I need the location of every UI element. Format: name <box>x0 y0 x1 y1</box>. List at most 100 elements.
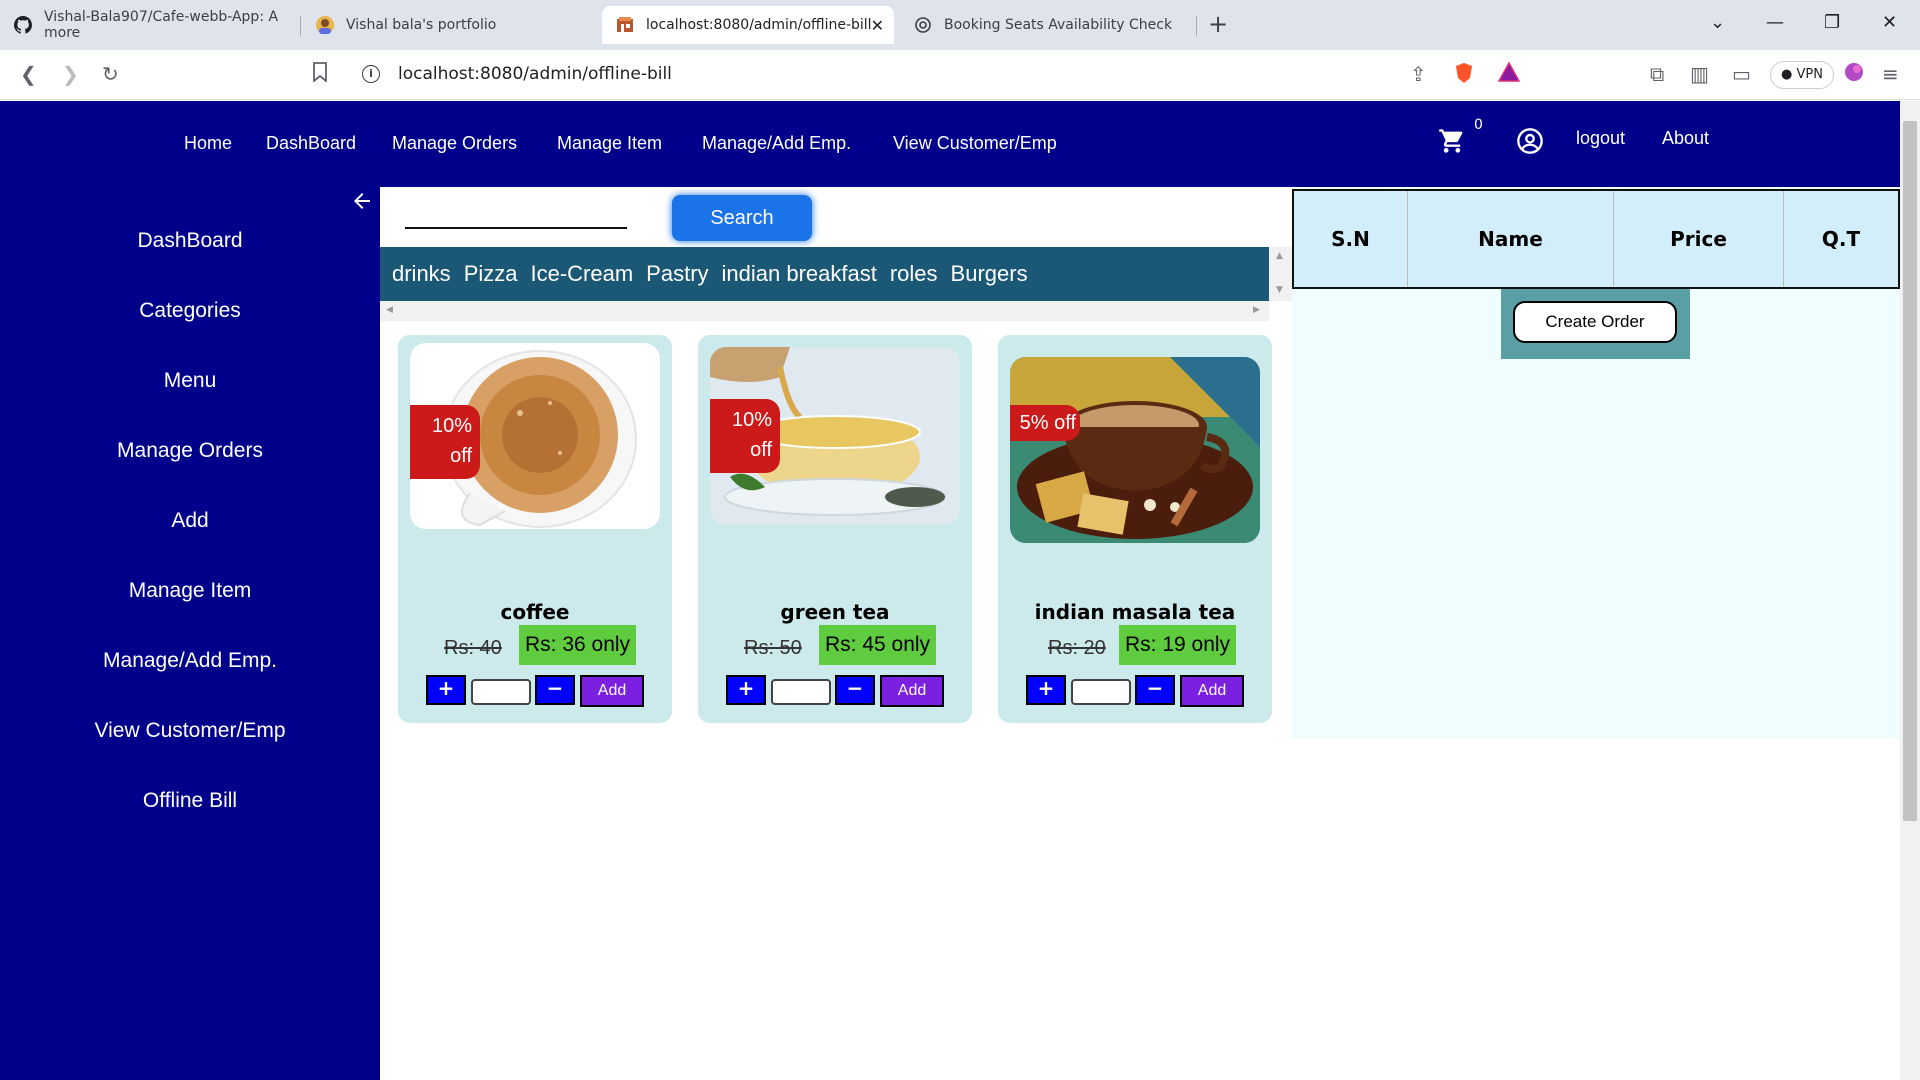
cart-icon[interactable] <box>1438 127 1466 159</box>
tab-booking[interactable]: Booking Seats Availability Check <box>900 6 1196 44</box>
site-info-icon[interactable]: i <box>362 65 380 83</box>
browser-tab-bar: Vishal-Bala907/Cafe-webb-App: A more Vis… <box>0 0 1920 50</box>
cart-count: 0 <box>1474 117 1483 133</box>
category-roles[interactable]: roles <box>890 261 938 287</box>
nav-manage-add-emp[interactable]: Manage/Add Emp. <box>702 133 851 154</box>
increment-button[interactable]: + <box>1026 675 1066 705</box>
tab-title: Booking Seats Availability Check <box>944 17 1173 33</box>
category-pastry[interactable]: Pastry <box>646 261 708 287</box>
brave-shield-icon[interactable] <box>1454 62 1474 89</box>
increment-button[interactable]: + <box>726 675 766 705</box>
sidebar-item-manage-orders[interactable]: Manage Orders <box>0 439 380 463</box>
sidebar-item-view-customer-emp[interactable]: View Customer/Emp <box>0 719 380 743</box>
sidebar-item-menu[interactable]: Menu <box>0 369 380 393</box>
restore-icon[interactable]: ❐ <box>1824 12 1840 33</box>
page-scrollbar-thumb[interactable] <box>1903 121 1917 821</box>
brave-rewards-icon[interactable] <box>1497 61 1521 87</box>
discount-badge: 5% off <box>1010 405 1080 441</box>
menu-icon[interactable]: ≡ <box>1882 62 1899 86</box>
quantity-input[interactable] <box>471 679 531 705</box>
tab-title: Vishal-Bala907/Cafe-webb-App: A more <box>44 9 279 41</box>
create-order-button[interactable]: Create Order <box>1513 301 1677 343</box>
nav-view-customer-emp[interactable]: View Customer/Emp <box>893 133 1057 154</box>
decrement-button[interactable]: − <box>535 675 575 705</box>
sidebar-item-manage-add-emp[interactable]: Manage/Add Emp. <box>0 649 380 673</box>
tab-separator <box>1196 16 1197 36</box>
product-card-coffee: 10% off coffee Rs: 40 Rs: 36 only + − Ad… <box>398 335 672 723</box>
category-indian-breakfast[interactable]: indian breakfast <box>722 261 877 287</box>
quantity-input[interactable] <box>771 679 831 705</box>
address-bar[interactable]: localhost:8080/admin/offline-bill <box>398 64 672 84</box>
search-button[interactable]: Search <box>672 195 812 241</box>
category-pizza[interactable]: Pizza <box>464 261 518 287</box>
sidebar-item-categories[interactable]: Categories <box>0 299 380 323</box>
extensions-icon[interactable]: ⧉ <box>1650 62 1664 86</box>
tab-offline-bill[interactable]: localhost:8080/admin/offline-bill ✕ <box>602 6 894 44</box>
add-button[interactable]: Add <box>880 675 944 707</box>
sidebar-item-manage-item[interactable]: Manage Item <box>0 579 380 603</box>
nav-manage-orders[interactable]: Manage Orders <box>392 133 517 154</box>
chevron-down-icon[interactable]: ⌄ <box>1710 12 1725 33</box>
order-table-header: S.N Name Price Q.T <box>1292 189 1900 289</box>
tab-title: Vishal bala's portfolio <box>346 17 497 33</box>
share-icon[interactable]: ⇪ <box>1410 62 1427 86</box>
nav-manage-item[interactable]: Manage Item <box>557 133 662 154</box>
arrow-left-icon[interactable] <box>350 187 374 220</box>
product-card-green-tea: 10% off green tea Rs: 50 Rs: 45 only + −… <box>698 335 972 723</box>
sidebar-item-dashboard[interactable]: DashBoard <box>0 229 380 253</box>
tab-portfolio[interactable]: Vishal bala's portfolio <box>302 6 600 44</box>
profile-icon[interactable] <box>1844 62 1864 87</box>
product-card-masala-tea: 5% off indian masala tea Rs: 20 Rs: 19 o… <box>998 335 1272 723</box>
tab-github[interactable]: Vishal-Bala907/Cafe-webb-App: A more <box>0 6 298 44</box>
vpn-label: VPN <box>1796 67 1823 82</box>
category-drinks[interactable]: drinks <box>392 261 451 287</box>
logout-link[interactable]: logout <box>1576 128 1625 149</box>
bookmark-icon[interactable] <box>312 62 328 87</box>
close-icon[interactable]: ✕ <box>871 16 884 35</box>
category-vertical-scrollbar[interactable]: ▲ ▼ <box>1269 247 1292 301</box>
site-icon <box>616 16 634 34</box>
minimize-icon[interactable]: — <box>1766 12 1784 33</box>
product-name: indian masala tea <box>1034 600 1236 624</box>
wallet-icon[interactable]: ▭ <box>1732 62 1751 86</box>
close-window-icon[interactable]: ✕ <box>1882 12 1897 33</box>
discounted-price: Rs: 45 only <box>819 625 937 665</box>
add-button[interactable]: Add <box>580 675 644 707</box>
nav-home[interactable]: Home <box>184 133 232 154</box>
discounted-price: Rs: 36 only <box>519 625 637 665</box>
top-navbar: Home DashBoard Manage Orders Manage Item… <box>0 101 1900 187</box>
back-icon[interactable]: ❮ <box>20 62 37 86</box>
product-name: green tea <box>780 600 890 624</box>
github-icon <box>14 16 32 34</box>
column-header-name: Name <box>1408 191 1614 287</box>
discount-badge: 10% off <box>710 399 780 473</box>
increment-button[interactable]: + <box>426 675 466 705</box>
sidebar-item-offline-bill[interactable]: Offline Bill <box>0 789 380 813</box>
category-ice-cream[interactable]: Ice-Cream <box>530 261 633 287</box>
sidebar-item-add[interactable]: Add <box>0 509 380 533</box>
page-scrollbar[interactable] <box>1900 101 1920 1080</box>
category-horizontal-scrollbar[interactable]: ◀ ▶ <box>380 301 1269 321</box>
about-link[interactable]: About <box>1662 128 1709 149</box>
old-price: Rs: 50 <box>744 637 802 659</box>
quantity-input[interactable] <box>1071 679 1131 705</box>
decrement-button[interactable]: − <box>835 675 875 705</box>
forward-icon[interactable]: ❯ <box>62 62 79 86</box>
vpn-button[interactable]: ● VPN <box>1770 61 1834 89</box>
masala-tea-image <box>1010 357 1260 543</box>
account-icon[interactable] <box>1516 127 1544 159</box>
add-button[interactable]: Add <box>1180 675 1244 707</box>
nav-dashboard[interactable]: DashBoard <box>266 133 356 154</box>
decrement-button[interactable]: − <box>1135 675 1175 705</box>
sidebar-toggle-icon[interactable]: ▥ <box>1690 62 1709 86</box>
new-tab-icon[interactable]: + <box>1208 10 1228 38</box>
order-panel: S.N Name Price Q.T Create Order <box>1292 187 1900 739</box>
tab-separator <box>300 16 301 36</box>
tab-title: localhost:8080/admin/offline-bill <box>646 17 872 33</box>
app: Home DashBoard Manage Orders Manage Item… <box>0 101 1900 1080</box>
search-input[interactable] <box>405 227 627 229</box>
category-burgers[interactable]: Burgers <box>951 261 1028 287</box>
discounted-price: Rs: 19 only <box>1119 625 1237 665</box>
reload-icon[interactable]: ↻ <box>102 62 119 86</box>
old-price: Rs: 40 <box>444 637 502 659</box>
